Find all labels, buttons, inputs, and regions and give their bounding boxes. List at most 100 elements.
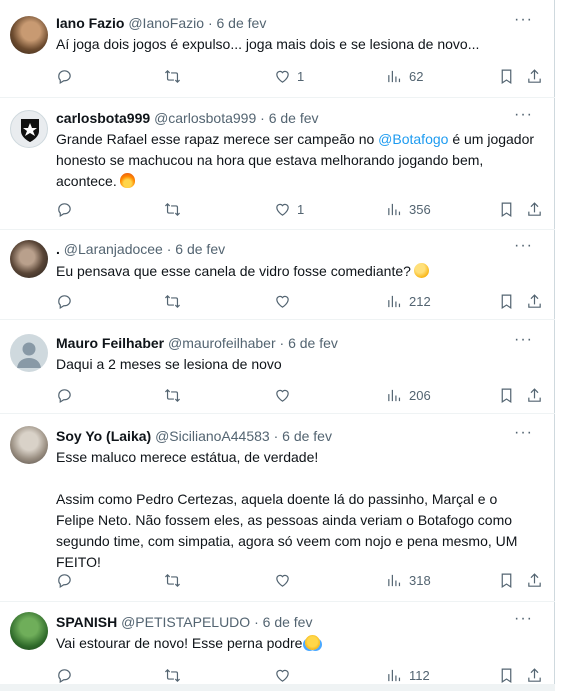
more-icon[interactable]: ··· <box>514 425 533 441</box>
share-icon <box>528 572 541 587</box>
author-handle[interactable]: @IanoFazio <box>128 15 204 31</box>
view-count: 206 <box>409 387 431 403</box>
avatar[interactable] <box>10 240 48 278</box>
share-icon <box>528 201 541 216</box>
retweet-button[interactable] <box>164 66 181 86</box>
timestamp[interactable]: 6 de fev <box>217 15 267 31</box>
bookmark-button[interactable] <box>498 291 515 311</box>
views-button[interactable]: 318 <box>386 570 431 590</box>
reply-button[interactable] <box>56 665 73 685</box>
author-handle[interactable]: @Laranjadocee <box>64 241 163 257</box>
tweet-text: Esse maluco merece estátua, de verdade! … <box>56 447 537 573</box>
like-button[interactable]: 1 <box>274 66 304 86</box>
retweet-icon <box>164 388 181 402</box>
text-segment: Grande Rafael esse rapaz merece ser camp… <box>56 131 379 147</box>
tweet[interactable]: SPANISH @PETISTAPELUDO · 6 de fev ··· Va… <box>0 602 555 691</box>
like-count: 1 <box>297 68 305 84</box>
retweet-button[interactable] <box>164 199 181 219</box>
share-button[interactable] <box>526 665 543 685</box>
fire-emoji-icon <box>119 173 135 188</box>
bookmark-button[interactable] <box>498 385 515 405</box>
reply-icon <box>58 69 71 84</box>
share-icon <box>528 68 541 83</box>
reply-button[interactable] <box>56 291 73 311</box>
tweet-text: Vai estourar de novo! Esse perna podre <box>56 633 537 654</box>
views-icon <box>388 203 401 215</box>
separator-dot: · <box>273 428 279 444</box>
timestamp[interactable]: 6 de fev <box>263 614 313 630</box>
timestamp[interactable]: 6 de fev <box>282 428 332 444</box>
author-handle[interactable]: @SicilianoA44583 <box>155 428 270 444</box>
share-button[interactable] <box>526 570 543 590</box>
tweet-text-line: Assim como Pedro Certezas, aquela doente… <box>56 491 498 507</box>
timestamp[interactable]: 6 de fev <box>269 110 319 126</box>
like-button[interactable]: 1 <box>274 199 304 219</box>
author-handle[interactable]: @PETISTAPELUDO <box>121 614 250 630</box>
share-icon <box>528 667 541 682</box>
retweet-button[interactable] <box>164 665 181 685</box>
bookmark-icon <box>501 668 512 683</box>
more-icon[interactable]: ··· <box>514 107 533 123</box>
avatar[interactable] <box>10 612 48 650</box>
like-button[interactable] <box>274 570 291 590</box>
timestamp[interactable]: 6 de fev <box>288 335 338 351</box>
like-button[interactable] <box>274 665 291 685</box>
bookmark-button[interactable] <box>498 570 515 590</box>
like-icon <box>276 295 289 308</box>
author-handle[interactable]: @carlosbota999 <box>154 110 256 126</box>
reply-icon <box>58 668 71 683</box>
reply-button[interactable] <box>56 66 73 86</box>
more-icon[interactable]: ··· <box>514 611 533 627</box>
like-button[interactable] <box>274 291 291 311</box>
retweet-button[interactable] <box>164 570 181 590</box>
bookmark-button[interactable] <box>498 66 515 86</box>
separator-dot: · <box>254 614 259 630</box>
share-button[interactable] <box>526 199 543 219</box>
bookmark-button[interactable] <box>498 665 515 685</box>
avatar[interactable] <box>10 426 48 464</box>
author-name[interactable]: Mauro Feilhaber <box>56 335 164 351</box>
author-handle[interactable]: @maurofeilhaber <box>168 335 276 351</box>
tweet[interactable]: . @Laranjadocee · 6 de fev ··· Eu pensav… <box>0 230 555 320</box>
author-name[interactable]: carlosbota999 <box>56 110 150 126</box>
reply-button[interactable] <box>56 199 73 219</box>
view-count: 212 <box>409 293 431 309</box>
like-button[interactable] <box>274 385 291 405</box>
share-button[interactable] <box>526 291 543 311</box>
reply-icon <box>58 573 71 588</box>
retweet-button[interactable] <box>164 385 181 405</box>
more-icon[interactable]: ··· <box>514 12 533 28</box>
tweet[interactable]: Iano Fazio @IanoFazio · 6 de fev ··· Aí … <box>0 0 555 98</box>
avatar[interactable] <box>10 110 48 148</box>
tweet[interactable]: carlosbota999 @carlosbota999 · 6 de fev … <box>0 98 555 230</box>
author-name[interactable]: SPANISH <box>56 614 117 630</box>
reply-button[interactable] <box>56 385 73 405</box>
views-button[interactable]: 356 <box>386 199 431 219</box>
bookmark-button[interactable] <box>498 199 515 219</box>
tweet[interactable]: Soy Yo (Laika) @SicilianoA44583 · 6 de f… <box>0 414 555 602</box>
share-button[interactable] <box>526 385 543 405</box>
retweet-button[interactable] <box>164 291 181 311</box>
views-button[interactable]: 212 <box>386 291 431 311</box>
views-button[interactable]: 62 <box>386 66 423 86</box>
avatar[interactable] <box>10 16 48 54</box>
text-segment: Vai estourar de novo! Esse perna podre <box>56 635 303 651</box>
views-button[interactable]: 206 <box>386 385 431 405</box>
action-bar: 112 <box>56 665 544 685</box>
author-name[interactable]: Iano Fazio <box>56 15 124 31</box>
tweet[interactable]: Mauro Feilhaber @maurofeilhaber · 6 de f… <box>0 320 555 414</box>
views-button[interactable]: 112 <box>386 665 430 685</box>
avatar[interactable] <box>10 334 48 372</box>
timestamp[interactable]: 6 de fev <box>175 241 225 257</box>
mention-link[interactable]: @Botafogo <box>378 131 448 147</box>
tweet-text: Aí joga dois jogos é expulso... joga mai… <box>56 36 480 52</box>
share-button[interactable] <box>526 66 543 86</box>
author-name[interactable]: Soy Yo (Laika) <box>56 428 151 444</box>
reply-button[interactable] <box>56 570 73 590</box>
action-bar: 1 356 <box>56 199 544 219</box>
author-name[interactable]: . <box>56 241 60 257</box>
more-icon[interactable]: ··· <box>514 238 533 254</box>
more-icon[interactable]: ··· <box>514 332 533 348</box>
tweet-text-line: Felipe Neto. Não fossem eles, as pessoas… <box>56 512 513 528</box>
bookmark-icon <box>501 388 512 403</box>
